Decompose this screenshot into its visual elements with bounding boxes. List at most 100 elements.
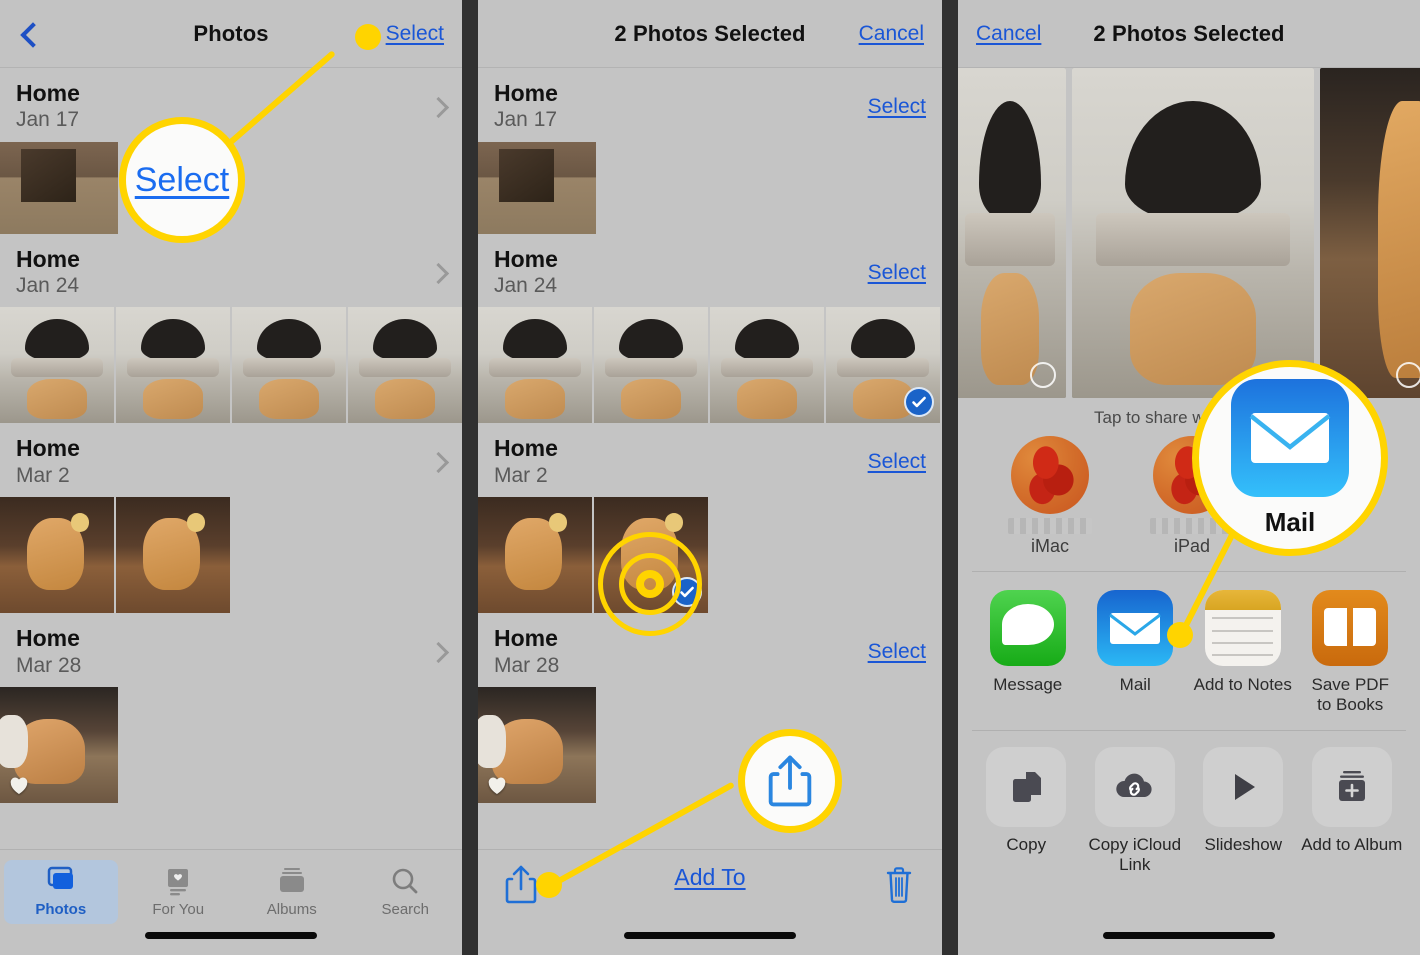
panel-share-sheet: Cancel 2 Photos Selected Tap to share wi… — [958, 0, 1420, 955]
moment-title: Home — [494, 625, 558, 652]
navbar-panel1: Photos Select — [0, 0, 462, 68]
photo-thumbnail[interactable] — [0, 141, 118, 234]
moment-select-button[interactable]: Select — [868, 640, 926, 664]
mail-icon — [1097, 590, 1174, 666]
photo-thumbnail[interactable] — [116, 497, 230, 614]
for-you-icon — [161, 866, 195, 896]
share-button[interactable] — [504, 864, 538, 911]
add-to-button[interactable]: Add To — [674, 864, 745, 891]
airdrop-row: iMac iPad — [958, 434, 1420, 571]
moment-date: Jan 17 — [494, 108, 558, 132]
favorite-heart-icon — [10, 777, 28, 794]
moment-text: Home Jan 24 — [494, 246, 868, 300]
moment-select-button[interactable]: Select — [868, 95, 926, 119]
notes-icon — [1204, 590, 1281, 666]
photo-thumbnail[interactable] — [594, 307, 708, 424]
preview-photo[interactable] — [1320, 68, 1420, 398]
moment-select-button[interactable]: Select — [868, 261, 926, 285]
delete-button[interactable] — [882, 864, 916, 911]
airdrop-target-ipad[interactable]: iPad — [1144, 436, 1240, 557]
moment-section: Home Jan 17 Select — [478, 68, 942, 234]
share-app-notes[interactable]: Add to Notes — [1189, 590, 1297, 714]
photo-thumbnail[interactable] — [348, 307, 462, 424]
moment-section: Home Mar 2 — [0, 423, 462, 614]
select-button[interactable]: Select — [386, 22, 444, 46]
home-indicator — [1103, 932, 1275, 939]
moment-section: Home Mar 28 Select — [478, 613, 942, 803]
photo-thumbnail[interactable] — [478, 497, 592, 614]
tab-for-you[interactable]: For You — [122, 860, 236, 924]
share-app-books[interactable]: Save PDF to Books — [1297, 590, 1405, 714]
preview-photo[interactable] — [958, 68, 1066, 398]
action-add-to-album[interactable]: Add to Album — [1298, 747, 1407, 874]
action-label: Copy iCloud Link — [1088, 835, 1182, 874]
chevron-right-icon[interactable] — [430, 454, 446, 470]
selection-circle-icon[interactable] — [1030, 362, 1056, 388]
share-app-label: Mail — [1119, 675, 1151, 694]
moment-date: Jan 24 — [494, 274, 558, 298]
share-app-label: Save PDF to Books — [1311, 675, 1389, 714]
photo-thumbnail[interactable] — [232, 307, 346, 424]
share-app-mail[interactable]: Mail — [1082, 590, 1190, 714]
photo-thumbnail-selected[interactable] — [594, 497, 708, 614]
moment-header[interactable]: Home Mar 28 — [0, 613, 462, 687]
moment-header[interactable]: Home Jan 17 — [0, 68, 462, 142]
nav-right-panel1: Select — [354, 22, 444, 46]
share-app-message[interactable]: Message — [974, 590, 1082, 714]
chevron-right-icon[interactable] — [430, 644, 446, 660]
photo-thumbnail[interactable] — [116, 307, 230, 424]
tab-albums[interactable]: Albums — [235, 860, 349, 924]
action-slideshow[interactable]: Slideshow — [1189, 747, 1298, 874]
cancel-button[interactable]: Cancel — [976, 22, 1041, 46]
airdrop-device-label: iMac — [1030, 536, 1069, 556]
moment-header[interactable]: Home Jan 24 — [0, 234, 462, 308]
thumbnail-row — [478, 141, 942, 234]
photo-thumbnail[interactable] — [0, 307, 114, 424]
play-icon — [1203, 747, 1284, 828]
selection-circle-icon[interactable] — [1396, 362, 1420, 388]
photo-thumbnail[interactable] — [478, 686, 596, 803]
panel-divider — [462, 0, 478, 955]
share-app-label: Message — [993, 675, 1063, 694]
avatar — [1011, 436, 1089, 514]
moment-title: Home — [16, 625, 80, 652]
moment-select-button[interactable]: Select — [868, 450, 926, 474]
photo-thumbnail[interactable] — [710, 307, 824, 424]
moment-title: Home — [494, 80, 558, 106]
thumbnail-row — [478, 686, 942, 803]
preview-photo[interactable] — [1072, 68, 1314, 398]
moment-header[interactable]: Home Mar 2 — [0, 423, 462, 497]
back-chevron-icon[interactable] — [18, 23, 40, 45]
chevron-right-icon[interactable] — [430, 265, 446, 281]
selected-check-icon — [672, 577, 702, 608]
panel-divider — [942, 0, 958, 955]
tab-photos[interactable]: Photos — [4, 860, 118, 924]
photo-thumbnail[interactable] — [0, 497, 114, 614]
photo-thumbnail[interactable] — [478, 307, 592, 424]
books-icon — [1312, 590, 1389, 666]
page-title: Photos — [193, 20, 269, 46]
photo-thumbnail-selected[interactable] — [826, 307, 940, 424]
home-indicator — [624, 932, 796, 939]
moment-section: Home Mar 28 — [0, 613, 462, 803]
tab-label: Search — [381, 901, 430, 918]
selection-count-title: 2 Photos Selected — [614, 20, 806, 46]
chevron-right-icon[interactable] — [430, 99, 446, 115]
blurred-contact-name — [1008, 518, 1092, 534]
share-apps-row: Message Mail Add to Notes Save PDF to Bo… — [958, 572, 1420, 730]
moment-date: Mar 28 — [16, 653, 82, 677]
share-preview-strip — [958, 68, 1420, 398]
photo-thumbnail[interactable] — [478, 141, 596, 234]
moment-date: Mar 2 — [494, 463, 548, 487]
tab-label: Albums — [266, 901, 317, 918]
photo-thumbnail[interactable] — [0, 686, 118, 803]
moment-section: Home Mar 2 Select — [478, 423, 942, 614]
cancel-button[interactable]: Cancel — [859, 22, 924, 46]
tab-search[interactable]: Search — [349, 860, 463, 924]
action-label: Copy — [1006, 835, 1047, 855]
action-copy[interactable]: Copy — [972, 747, 1081, 874]
airdrop-target-imac[interactable]: iMac — [1002, 436, 1098, 557]
panel-photos-library: Photos Select Home Jan 17 Home Jan 24 Ho… — [0, 0, 462, 955]
moment-title: Home — [494, 435, 558, 462]
action-copy-icloud-link[interactable]: Copy iCloud Link — [1081, 747, 1190, 874]
